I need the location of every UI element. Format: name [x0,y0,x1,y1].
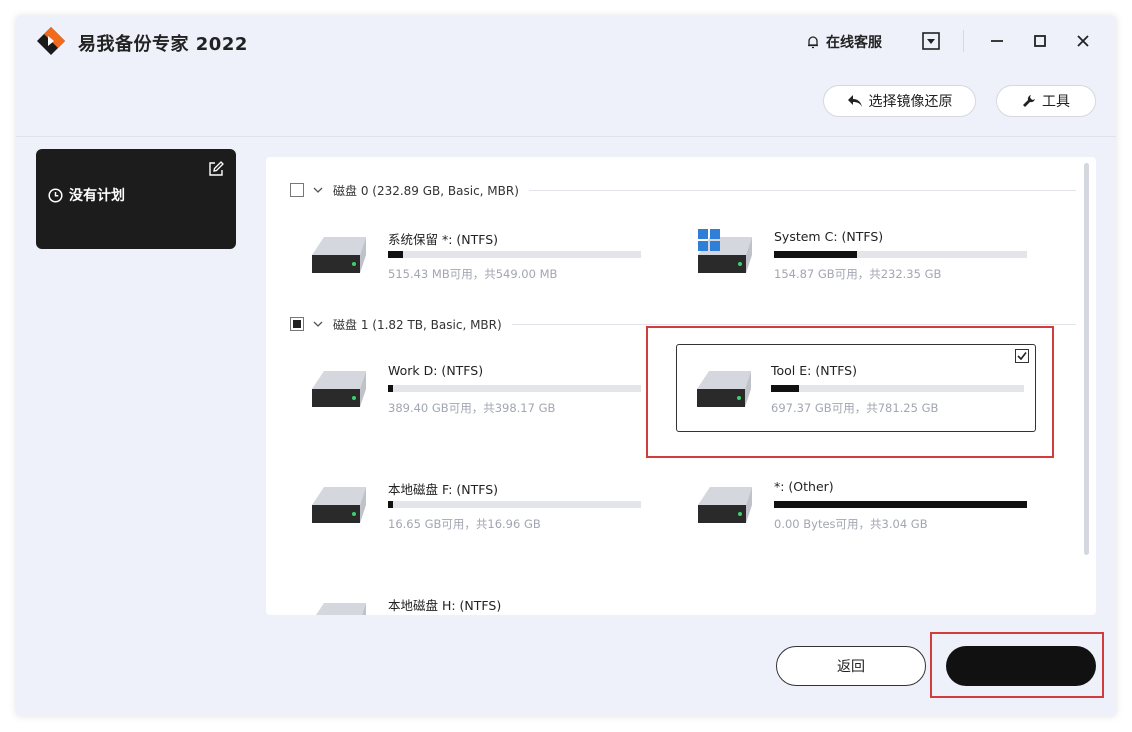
app-window: 易我备份专家 2022 在线客服 选择镜像还原 工具 没有计划 磁盘 0 (23… [16,16,1116,716]
partition-name: Work D: (NTFS) [388,363,484,378]
partition-card[interactable]: *: (Other) 0.00 Bytes可用，共3.04 GB [680,461,1040,549]
hard-drive-icon [316,603,366,615]
maximize-button[interactable] [1029,30,1051,52]
close-icon [1077,35,1089,47]
usage-bar-fill [771,385,799,392]
disk-label: 磁盘 0 (232.89 GB, Basic, MBR) [333,183,519,198]
titlebar-separator [963,30,964,52]
usage-bar [388,251,641,258]
disk-header: 磁盘 0 (232.89 GB, Basic, MBR) [290,182,1076,198]
partition-space-info: 389.40 GB可用，共398.17 GB [388,401,556,415]
usage-bar [771,385,1024,392]
usage-bar [388,501,641,508]
partition-checkbox[interactable] [1015,349,1029,363]
hard-drive-icon [698,487,752,523]
disk-divider [528,189,1076,191]
partition-name: 本地磁盘 H: (NTFS) [388,598,502,613]
partition-card[interactable]: Work D: (NTFS) 389.40 GB可用，共398.17 GB [294,345,654,433]
usage-bar-fill [774,251,858,258]
partition-space-info: 16.65 GB可用，共16.96 GB [388,517,541,531]
partition-list-panel: 磁盘 0 (232.89 GB, Basic, MBR) 系统保留 *: (NT… [266,157,1096,615]
partition-name: 本地磁盘 F: (NTFS) [388,482,499,497]
online-support-label: 在线客服 [826,35,882,51]
backup-plan-card[interactable]: 没有计划 [36,149,236,249]
tools-label: 工具 [1042,94,1070,110]
windows-logo-icon [698,229,720,251]
disk-divider [511,323,1076,325]
app-title: 易我备份专家 2022 [78,34,248,55]
chevron-down-icon[interactable] [313,319,323,329]
usage-bar-fill [388,501,394,508]
hard-drive-icon [312,371,366,407]
title-bar: 易我备份专家 2022 在线客服 选择镜像还原 工具 [16,16,1116,136]
select-image-restore-button[interactable]: 选择镜像还原 [823,85,976,117]
hard-drive-icon [312,237,366,273]
next-button[interactable] [946,646,1096,686]
partition-space-info: 697.37 GB可用，共781.25 GB [771,401,939,415]
vertical-scrollbar[interactable] [1084,163,1089,555]
partition-card[interactable]: System C: (NTFS) 154.87 GB可用，共232.35 GB [680,211,1040,299]
tools-button[interactable]: 工具 [996,85,1096,117]
checkmark-icon [1017,352,1027,361]
disk-label: 磁盘 1 (1.82 TB, Basic, MBR) [333,317,502,332]
usage-bar-fill [774,501,1027,508]
usage-bar [774,251,1027,258]
partition-card[interactable]: 本地磁盘 F: (NTFS) 16.65 GB可用，共16.96 GB [294,461,654,549]
bell-icon [808,36,818,49]
usage-bar [388,385,641,392]
usage-bar-fill [388,251,404,258]
select-image-restore-label: 选择镜像还原 [868,94,953,110]
hard-drive-icon [312,487,366,523]
chevron-down-icon[interactable] [313,185,323,195]
partition-name: 系统保留 *: (NTFS) [388,232,499,247]
disk-header: 磁盘 1 (1.82 TB, Basic, MBR) [290,316,1076,332]
partition-name: Tool E: (NTFS) [771,363,857,378]
partition-card-selected[interactable]: Tool E: (NTFS) 697.37 GB可用，共781.25 GB [676,344,1036,432]
plan-label: 没有计划 [69,188,125,204]
usage-bar [774,501,1027,508]
minimize-button[interactable] [986,30,1008,52]
menu-icon[interactable] [921,31,941,51]
close-button[interactable] [1072,30,1094,52]
minimize-icon [991,40,1003,42]
back-button[interactable]: 返回 [776,646,926,686]
disk-checkbox[interactable] [290,317,304,331]
plan-status: 没有计划 [48,185,125,205]
wrench-icon [1023,95,1035,107]
maximize-icon [1034,35,1046,47]
app-logo-icon [37,27,65,55]
edit-icon[interactable] [208,161,224,177]
disk-checkbox[interactable] [290,183,304,197]
clock-icon [48,187,63,203]
undo-arrow-icon [847,95,862,107]
partition-space-info: 154.87 GB可用，共232.35 GB [774,267,942,281]
usage-bar-fill [388,385,394,392]
partition-space-info: 0.00 Bytes可用，共3.04 GB [774,517,928,531]
partition-card[interactable]: 本地磁盘 H: (NTFS) [294,577,654,615]
partition-card[interactable]: 系统保留 *: (NTFS) 515.43 MB可用，共549.00 MB [294,211,654,299]
partition-name: *: (Other) [774,479,834,494]
partition-space-info: 515.43 MB可用，共549.00 MB [388,267,558,281]
hard-drive-icon [697,371,751,407]
header-divider [16,136,1116,137]
partition-name: System C: (NTFS) [774,229,884,244]
online-support-button[interactable]: 在线客服 [806,32,882,52]
